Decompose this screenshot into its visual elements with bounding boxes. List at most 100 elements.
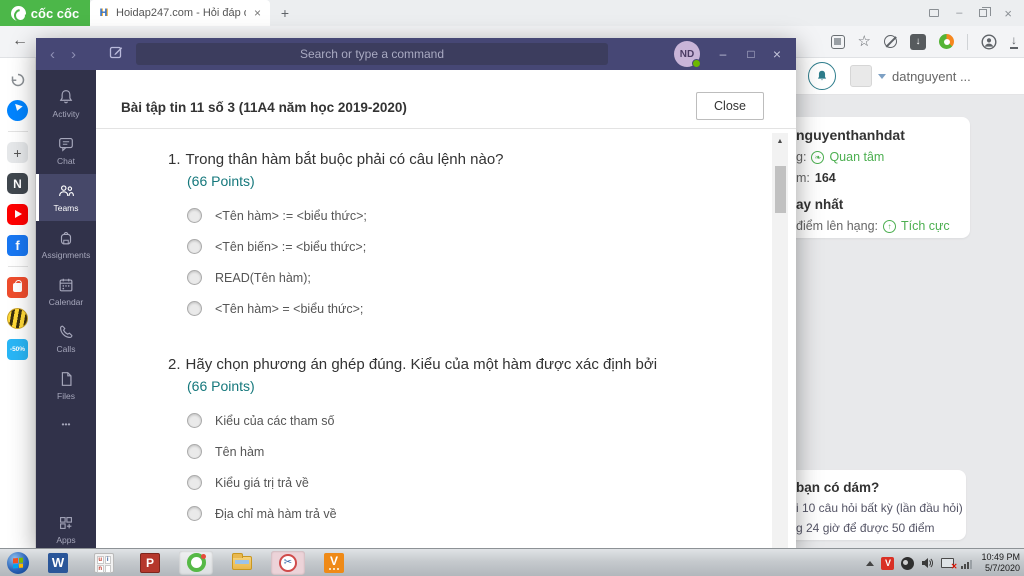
nav-calls[interactable]: Calls: [36, 315, 96, 362]
status-available-icon: [692, 59, 701, 68]
taskbar-unikey[interactable]: uin: [87, 551, 121, 575]
close-button[interactable]: ×: [762, 38, 792, 70]
nav-apps[interactable]: Apps: [36, 510, 96, 548]
panel-icon[interactable]: [929, 9, 940, 17]
network-error-icon[interactable]: [941, 558, 957, 571]
bell-icon: [59, 90, 73, 104]
clock-date: 5/7/2020: [984, 563, 1020, 573]
close-icon[interactable]: ×: [1004, 7, 1012, 20]
folder-icon: [232, 552, 252, 570]
start-button[interactable]: [7, 551, 29, 574]
signal-bars-icon[interactable]: [961, 558, 973, 569]
new-tab-button[interactable]: +: [270, 0, 300, 26]
restore-icon[interactable]: [979, 7, 992, 17]
download-manager-icon[interactable]: ↓: [910, 33, 926, 50]
answer-option[interactable]: <Tên biến> := <biểu thức>;: [187, 239, 770, 254]
tray-expand-icon[interactable]: [866, 560, 875, 566]
extension-icon[interactable]: [830, 34, 845, 49]
nav-activity[interactable]: Activity: [36, 80, 96, 127]
radio-icon[interactable]: [187, 506, 202, 521]
answer-option[interactable]: Địa chỉ mà hàm trả về: [187, 506, 770, 521]
user-avatar[interactable]: ND: [674, 41, 701, 68]
account-menu[interactable]: datnguyent ...: [850, 65, 971, 87]
shopee-icon[interactable]: [7, 277, 28, 298]
answer-option[interactable]: <Tên hàm> = <biểu thức>;: [187, 301, 770, 316]
form-title: Bài tập tin 11 số 3 (11A4 năm học 2019-2…: [121, 100, 407, 115]
radio-icon[interactable]: [187, 239, 202, 254]
taskbar-v-app[interactable]: V: [317, 551, 351, 575]
bookmark-star-icon[interactable]: ☆: [858, 34, 871, 49]
taskbar-word[interactable]: W: [41, 551, 75, 575]
tab-close-icon[interactable]: ×: [252, 6, 263, 20]
scroll-up-icon[interactable]: ▲: [772, 133, 788, 145]
nav-calendar[interactable]: Calendar: [36, 268, 96, 315]
tray-v-icon[interactable]: V: [881, 556, 895, 570]
challenge-heading: bạn có dám?: [796, 480, 880, 495]
answer-option[interactable]: READ(Tên hàm);: [187, 270, 770, 285]
browser-window-controls: – ×: [929, 0, 1024, 26]
taskbar-powerpoint[interactable]: P: [133, 551, 167, 575]
coccoc-brand[interactable]: cốc cốc: [0, 0, 90, 26]
teams-titlebar[interactable]: ‹ › Search or type a command ND – □ ×: [36, 38, 796, 70]
toolbar-extensions: ☆ ↓ ↓: [830, 26, 1018, 57]
facebook-icon[interactable]: f: [7, 235, 28, 256]
scrollbar[interactable]: ▲: [772, 133, 788, 548]
nav-forward-icon[interactable]: ›: [71, 47, 76, 62]
nav-label: Calls: [56, 344, 76, 354]
answer-option[interactable]: <Tên hàm> := <biểu thức>;: [187, 208, 770, 223]
powerpoint-icon: P: [140, 552, 160, 573]
answer-option[interactable]: Kiểu của các tham số: [187, 413, 770, 428]
radio-icon[interactable]: [187, 444, 202, 459]
browser-side-rail: + N f -50%: [0, 58, 36, 548]
follow-link[interactable]: Quan tâm: [829, 150, 884, 164]
minimize-icon[interactable]: –: [956, 7, 962, 19]
nav-back-icon[interactable]: ‹: [50, 47, 55, 62]
radio-icon[interactable]: [187, 301, 202, 316]
minimize-button[interactable]: –: [708, 38, 738, 70]
v-app-label: V: [329, 553, 338, 568]
deals-icon[interactable]: -50%: [7, 339, 28, 360]
bee-game-icon[interactable]: [7, 308, 28, 329]
tabstrip-spacer: [300, 0, 929, 26]
scrollbar-thumb[interactable]: [774, 166, 786, 213]
radio-icon[interactable]: [187, 413, 202, 428]
taskbar-explorer[interactable]: [225, 551, 259, 575]
history-icon[interactable]: [7, 69, 28, 90]
form-close-button[interactable]: Close: [696, 92, 764, 120]
browser-tabstrip: cốc cốc H Hoidap247.com - Hỏi đáp on × +…: [0, 0, 1024, 26]
add-shortcut-button[interactable]: +: [7, 142, 28, 163]
question-1: 1. Trong thân hàm bắt buộc phải có câu l…: [168, 151, 770, 316]
browser-tab-hoidap247[interactable]: H Hoidap247.com - Hỏi đáp on ×: [90, 0, 270, 26]
nav-teams[interactable]: Teams: [36, 174, 96, 221]
search-input[interactable]: Search or type a command: [136, 43, 608, 65]
nav-label: Calendar: [48, 297, 84, 307]
answer-option[interactable]: Tên hàm: [187, 444, 770, 459]
taskbar-coccoc[interactable]: [179, 550, 213, 575]
back-icon[interactable]: ←: [12, 32, 28, 50]
speaker-icon[interactable]: [921, 557, 934, 569]
nav-files[interactable]: Files: [36, 362, 96, 409]
radio-icon[interactable]: [187, 475, 202, 490]
messenger-icon[interactable]: [7, 100, 28, 121]
coccoc-extension-icon[interactable]: [939, 34, 954, 49]
radio-icon[interactable]: [187, 270, 202, 285]
nav-assignments[interactable]: Assignments: [36, 221, 96, 268]
rank-link[interactable]: Tích cực: [901, 219, 950, 233]
tray-app-icon[interactable]: [901, 556, 915, 570]
teams-window: ‹ › Search or type a command ND – □ × Ac…: [36, 38, 796, 548]
unikey-icon: uin: [94, 552, 114, 573]
adblock-icon[interactable]: [884, 35, 897, 48]
radio-icon[interactable]: [187, 208, 202, 223]
nav-chat[interactable]: Chat: [36, 127, 96, 174]
notification-bell-icon[interactable]: [808, 62, 836, 90]
notes-icon[interactable]: N: [7, 173, 28, 194]
youtube-icon[interactable]: [7, 204, 28, 225]
downloads-icon[interactable]: ↓: [1010, 33, 1018, 50]
nav-more[interactable]: •••: [36, 409, 96, 439]
profile-icon[interactable]: [981, 33, 997, 50]
question-number: 1.: [168, 151, 181, 168]
compose-icon[interactable]: [108, 44, 124, 65]
answer-option[interactable]: Kiểu giá trị trả về: [187, 475, 770, 490]
clock[interactable]: 10:49 PM 5/7/2020: [979, 552, 1020, 575]
taskbar-snipping-tool[interactable]: ✂: [271, 550, 305, 575]
